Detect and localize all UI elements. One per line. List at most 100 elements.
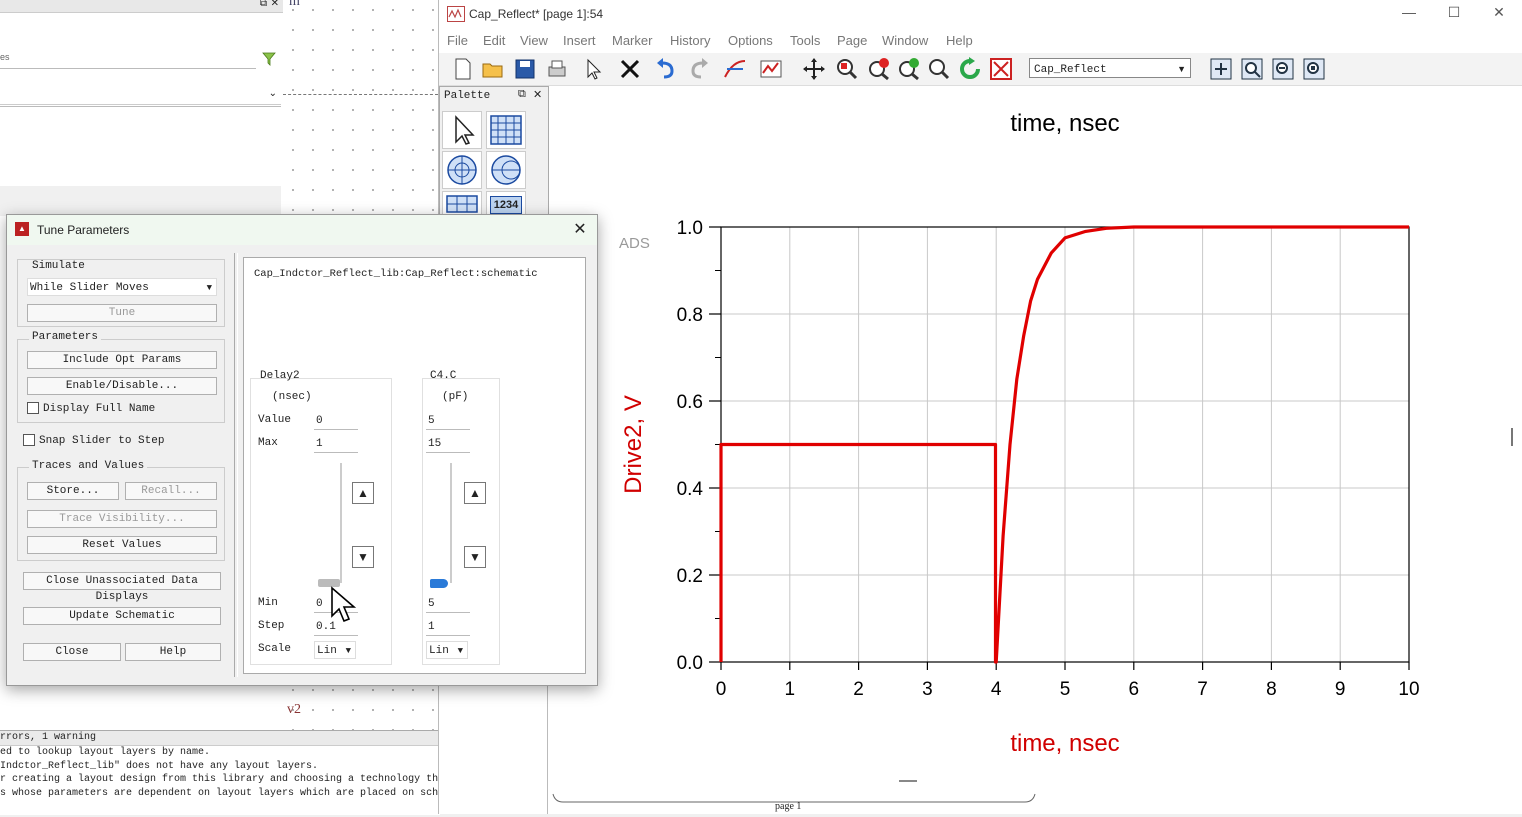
window-titlebar: Cap_Reflect* [page 1]:54 — ☐ ✕ <box>439 0 1522 28</box>
zoom-area-icon[interactable] <box>835 57 859 81</box>
trace-visibility-button[interactable]: Trace Visibility... <box>27 510 217 528</box>
close-button[interactable]: Close <box>23 643 121 661</box>
reset-values-button[interactable]: Reset Values <box>27 536 217 554</box>
library-list[interactable] <box>0 106 281 187</box>
page-tab[interactable]: page 1 <box>775 801 801 812</box>
delete-icon[interactable] <box>618 57 642 81</box>
y-tick-label: 1.0 <box>677 218 703 239</box>
snap-slider-checkbox[interactable]: Snap Slider to Step <box>23 434 164 447</box>
menu-options[interactable]: Options <box>728 33 773 48</box>
zoom-fit-icon[interactable] <box>1302 57 1326 81</box>
menu-marker[interactable]: Marker <box>612 33 652 48</box>
view-all-icon[interactable] <box>1209 57 1233 81</box>
checkbox-box[interactable] <box>23 434 35 446</box>
rectangular-plot[interactable]: 0.0 0.2 0.4 0.6 0.8 1.0 0 1 2 3 4 5 6 7 8 9 10 time, ns… <box>549 86 1522 814</box>
menu-tools[interactable]: Tools <box>790 33 820 48</box>
trace-tool-icon[interactable] <box>723 57 747 81</box>
dialog-close-button[interactable]: ✕ <box>569 219 591 239</box>
clear-icon[interactable] <box>989 57 1013 81</box>
slider-thumb[interactable] <box>430 579 448 588</box>
restore-icon[interactable]: ⧉ <box>518 88 526 101</box>
menu-edit[interactable]: Edit <box>483 33 505 48</box>
close-unassociated-button[interactable]: Close Unassociated Data Displays <box>23 572 221 603</box>
print-icon[interactable] <box>545 57 569 81</box>
zoom-in-window-icon[interactable] <box>1240 57 1264 81</box>
mouse-cursor-icon <box>331 586 357 623</box>
close-window-button[interactable]: ✕ <box>1484 4 1514 24</box>
library-filter-dropdown[interactable]: ⌄ <box>0 88 281 105</box>
menu-insert[interactable]: Insert <box>563 33 596 48</box>
slider-down-button[interactable]: ▼ <box>352 546 374 568</box>
menu-help[interactable]: Help <box>946 33 973 48</box>
slider-track[interactable] <box>340 463 342 583</box>
close-icon[interactable]: ✕ <box>271 0 279 9</box>
simulate-mode-select[interactable]: While Slider Moves ▼ <box>27 278 217 296</box>
new-file-icon[interactable] <box>451 57 475 81</box>
grid-plot-icon <box>490 115 522 145</box>
open-folder-icon[interactable] <box>481 57 505 81</box>
pan-icon[interactable] <box>802 57 826 81</box>
min-field[interactable]: 5 <box>426 595 470 613</box>
max-field[interactable]: 1 <box>314 435 358 453</box>
update-schematic-button[interactable]: Update Schematic <box>23 607 221 625</box>
save-icon[interactable] <box>513 57 537 81</box>
zoom-out-icon[interactable] <box>897 57 921 81</box>
refresh-icon[interactable] <box>958 57 982 81</box>
maximize-button[interactable]: ☐ <box>1439 4 1469 24</box>
undo-icon[interactable] <box>654 57 678 81</box>
store-button[interactable]: Store... <box>27 482 119 500</box>
palette-polar-plot-button[interactable] <box>442 151 482 189</box>
slider-track[interactable] <box>450 463 452 583</box>
plot-trace-icon[interactable] <box>759 57 783 81</box>
menu-history[interactable]: History <box>670 33 710 48</box>
schematic-path: Cap_Indctor_Reflect_lib:Cap_Reflect:sche… <box>254 268 538 280</box>
palette-panel: Palette ⧉ ✕ 1234 <box>439 86 549 218</box>
page-select-value: Cap_Reflect <box>1034 64 1107 76</box>
zoom-in-icon[interactable] <box>867 57 891 81</box>
slider-down-button[interactable]: ▼ <box>464 546 486 568</box>
scale-select[interactable]: Lin ▼ <box>426 641 468 659</box>
zoom-out-window-icon[interactable] <box>1271 57 1295 81</box>
window-title: Cap_Reflect* [page 1]:54 <box>469 7 604 21</box>
menu-page[interactable]: Page <box>837 33 867 48</box>
plot-area[interactable]: 0.0 0.2 0.4 0.6 0.8 1.0 0 1 2 3 4 5 6 7 8 9 10 time, ns… <box>549 86 1522 814</box>
palette-rectangular-plot-button[interactable] <box>486 111 526 149</box>
slider-up-button[interactable]: ▲ <box>464 482 486 504</box>
page-select-dropdown[interactable]: Cap_Reflect ▼ <box>1029 58 1191 78</box>
include-opt-params-button[interactable]: Include Opt Params <box>27 351 217 369</box>
vertical-scroll-handle[interactable] <box>1511 428 1513 446</box>
x-tick-label: 7 <box>1197 679 1208 700</box>
checkbox-box[interactable] <box>27 402 39 414</box>
minimize-button[interactable]: — <box>1394 4 1424 24</box>
tune-button[interactable]: Tune <box>27 304 217 322</box>
select-pointer-icon[interactable] <box>582 57 606 81</box>
library-search-input[interactable]: es <box>0 52 256 69</box>
enable-disable-button[interactable]: Enable/Disable... <box>27 377 217 395</box>
numeric-label: 1234 <box>490 196 522 214</box>
y-tick-label: 0.8 <box>677 305 703 326</box>
restore-icon[interactable]: ⧉ <box>260 0 267 9</box>
value-field[interactable]: 5 <box>426 412 470 430</box>
help-button[interactable]: Help <box>125 643 221 661</box>
redo-icon[interactable] <box>687 57 711 81</box>
palette-pointer-button[interactable] <box>442 111 482 149</box>
zoom-icon[interactable] <box>927 57 951 81</box>
close-icon[interactable]: ✕ <box>533 88 542 101</box>
menu-window[interactable]: Window <box>882 33 928 48</box>
recall-button[interactable]: Recall... <box>125 482 217 500</box>
simulate-label: Simulate <box>29 260 88 272</box>
value-field[interactable]: 0 <box>314 412 358 430</box>
menu-file[interactable]: File <box>447 33 468 48</box>
library-browser-titlebar: ⧉ ✕ <box>0 0 283 13</box>
palette-smith-chart-button[interactable] <box>486 151 526 189</box>
message-line: s whose parameters are dependent on layo… <box>0 787 440 799</box>
scale-select[interactable]: Lin ▼ <box>314 641 356 659</box>
y-tick-label: 0.2 <box>677 566 703 587</box>
max-field[interactable]: 15 <box>426 435 470 453</box>
page-scroll-handle[interactable] <box>899 780 917 782</box>
menu-view[interactable]: View <box>520 33 548 48</box>
step-field[interactable]: 1 <box>426 618 470 636</box>
display-full-name-checkbox[interactable]: Display Full Name <box>27 402 155 415</box>
slider-up-button[interactable]: ▲ <box>352 482 374 504</box>
filter-icon[interactable] <box>262 52 276 66</box>
